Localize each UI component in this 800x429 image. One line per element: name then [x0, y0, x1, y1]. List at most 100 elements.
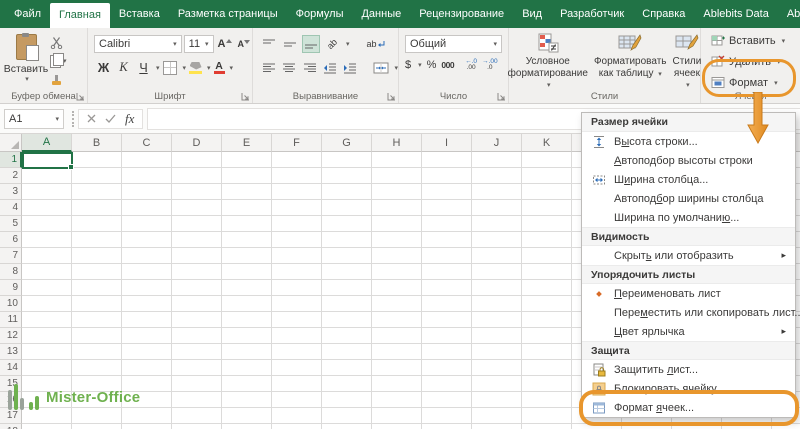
row-header-5[interactable]: 5: [0, 216, 22, 232]
tab-developer[interactable]: Разработчик: [551, 0, 633, 28]
underline-caret-icon[interactable]: ▾: [156, 64, 160, 72]
column-header-F[interactable]: F: [272, 134, 322, 152]
italic-button[interactable]: К: [114, 58, 133, 77]
row-header-3[interactable]: 3: [0, 184, 22, 200]
menu-item-lock-cell[interactable]: Блокировать ячейку: [582, 379, 795, 398]
menu-item-rename-sheet[interactable]: Переименовать лист: [582, 284, 795, 303]
orientation-button[interactable]: ab: [323, 35, 341, 53]
conditional-formatting-button[interactable]: Условное форматирование ▾: [508, 33, 588, 92]
row-header-2[interactable]: 2: [0, 168, 22, 184]
column-header-I[interactable]: I: [422, 134, 472, 152]
merge-center-button[interactable]: [372, 59, 389, 77]
row-header-11[interactable]: 11: [0, 312, 22, 328]
menu-item-protect-sheet[interactable]: Защитить лист...: [582, 360, 795, 379]
copy-button[interactable]: ▾: [50, 53, 67, 68]
menu-item-tab-color[interactable]: Цвет ярлычка ▸: [582, 322, 795, 341]
row-header-6[interactable]: 6: [0, 232, 22, 248]
row-header-14[interactable]: 14: [0, 360, 22, 376]
menu-item-move-copy-sheet[interactable]: Переместить или скопировать лист...: [582, 303, 800, 322]
tab-page-layout[interactable]: Разметка страницы: [169, 0, 287, 28]
tab-insert[interactable]: Вставка: [110, 0, 169, 28]
shrink-font-button[interactable]: А: [236, 39, 253, 49]
align-center-button[interactable]: [280, 59, 297, 77]
font-color-caret-icon[interactable]: ▾: [230, 64, 234, 72]
borders-button[interactable]: [161, 58, 180, 77]
format-button[interactable]: Формат ▾: [711, 74, 800, 91]
align-middle-button[interactable]: [281, 35, 299, 53]
tab-view[interactable]: Вид: [513, 0, 551, 28]
delete-cells-button[interactable]: Удалить ▾: [711, 53, 800, 70]
tab-help[interactable]: Справка: [633, 0, 694, 28]
paste-caret-icon[interactable]: ▾: [25, 75, 29, 83]
insert-function-button[interactable]: fx: [125, 111, 134, 127]
name-box[interactable]: A1 ▾: [4, 108, 64, 129]
clipboard-dialog-launcher[interactable]: [76, 92, 85, 101]
format-as-table-button[interactable]: Форматировать как таблицу ▾: [594, 33, 667, 92]
column-header-G[interactable]: G: [322, 134, 372, 152]
menu-item-default-width[interactable]: Ширина по умолчанию...: [582, 208, 795, 227]
menu-item-column-width[interactable]: Ширина столбца...: [582, 170, 795, 189]
column-header-A[interactable]: A: [22, 134, 72, 152]
tab-formulas[interactable]: Формулы: [287, 0, 353, 28]
row-header-1[interactable]: 1: [0, 152, 22, 168]
font-size-select[interactable]: 11 ▾: [183, 35, 214, 53]
menu-item-format-cells[interactable]: Формат ячеек...: [582, 398, 795, 417]
column-header-K[interactable]: K: [522, 134, 572, 152]
row-header-4[interactable]: 4: [0, 200, 22, 216]
number-format-select[interactable]: Общий ▾: [405, 35, 502, 53]
currency-caret-icon[interactable]: ▾: [418, 61, 422, 69]
increase-decimal-button[interactable]: ←.0 .00: [465, 58, 477, 71]
insert-cells-caret-icon[interactable]: ▾: [782, 37, 786, 45]
increase-indent-button[interactable]: [342, 59, 359, 77]
align-top-button[interactable]: [260, 35, 278, 53]
column-header-B[interactable]: B: [72, 134, 122, 152]
row-header-12[interactable]: 12: [0, 328, 22, 344]
font-name-select[interactable]: Calibri ▾: [94, 35, 182, 53]
row-header-9[interactable]: 9: [0, 280, 22, 296]
borders-caret-icon[interactable]: ▾: [183, 64, 187, 72]
delete-cells-caret-icon[interactable]: ▾: [777, 58, 781, 66]
menu-item-autofit-row-height[interactable]: Автоподбор высоты строки: [582, 151, 795, 170]
tab-review[interactable]: Рецензирование: [410, 0, 513, 28]
fill-caret-icon[interactable]: ▾: [207, 64, 211, 72]
menu-item-row-height[interactable]: Высота строки...: [582, 132, 795, 151]
column-header-H[interactable]: H: [372, 134, 422, 152]
underline-button[interactable]: Ч: [134, 58, 153, 77]
decrease-decimal-button[interactable]: →.00 .0: [482, 58, 498, 71]
menu-item-autofit-column-width[interactable]: Автоподбор ширины столбца: [582, 189, 795, 208]
cancel-icon[interactable]: [87, 114, 96, 123]
name-box-caret-icon[interactable]: ▾: [55, 115, 59, 123]
font-dialog-launcher[interactable]: [241, 92, 250, 101]
column-header-J[interactable]: J: [472, 134, 522, 152]
row-header-7[interactable]: 7: [0, 248, 22, 264]
tab-home[interactable]: Главная: [50, 3, 110, 28]
column-header-C[interactable]: C: [122, 134, 172, 152]
merge-caret-icon[interactable]: ▾: [394, 64, 398, 72]
align-right-button[interactable]: [301, 59, 318, 77]
format-caret-icon[interactable]: ▾: [774, 79, 778, 87]
tab-file[interactable]: Файл: [5, 0, 50, 28]
column-header-D[interactable]: D: [172, 134, 222, 152]
column-header-E[interactable]: E: [222, 134, 272, 152]
selected-cell-a1[interactable]: [22, 152, 74, 170]
cell-styles-button[interactable]: Стили ячеек ▾: [673, 33, 701, 92]
bold-button[interactable]: Ж: [94, 58, 113, 77]
select-all-corner[interactable]: [0, 134, 22, 152]
alignment-dialog-launcher[interactable]: [387, 92, 396, 101]
wrap-text-button[interactable]: ab: [367, 35, 385, 53]
currency-button[interactable]: $: [405, 59, 411, 71]
row-header-18[interactable]: 18: [0, 424, 22, 429]
percent-button[interactable]: %: [427, 59, 437, 71]
align-left-button[interactable]: [260, 59, 277, 77]
fill-color-button[interactable]: [187, 58, 204, 77]
font-color-button[interactable]: А: [212, 58, 227, 77]
align-bottom-button[interactable]: [302, 35, 320, 53]
comma-style-button[interactable]: 000: [441, 60, 454, 70]
format-painter-button[interactable]: [50, 74, 63, 87]
number-dialog-launcher[interactable]: [497, 92, 506, 101]
tab-ablebits-tools[interactable]: Ablebits Tools: [778, 0, 800, 28]
tab-ablebits-data[interactable]: Ablebits Data: [694, 0, 777, 28]
enter-check-icon[interactable]: [105, 114, 116, 123]
row-header-13[interactable]: 13: [0, 344, 22, 360]
cut-button[interactable]: [50, 36, 63, 49]
